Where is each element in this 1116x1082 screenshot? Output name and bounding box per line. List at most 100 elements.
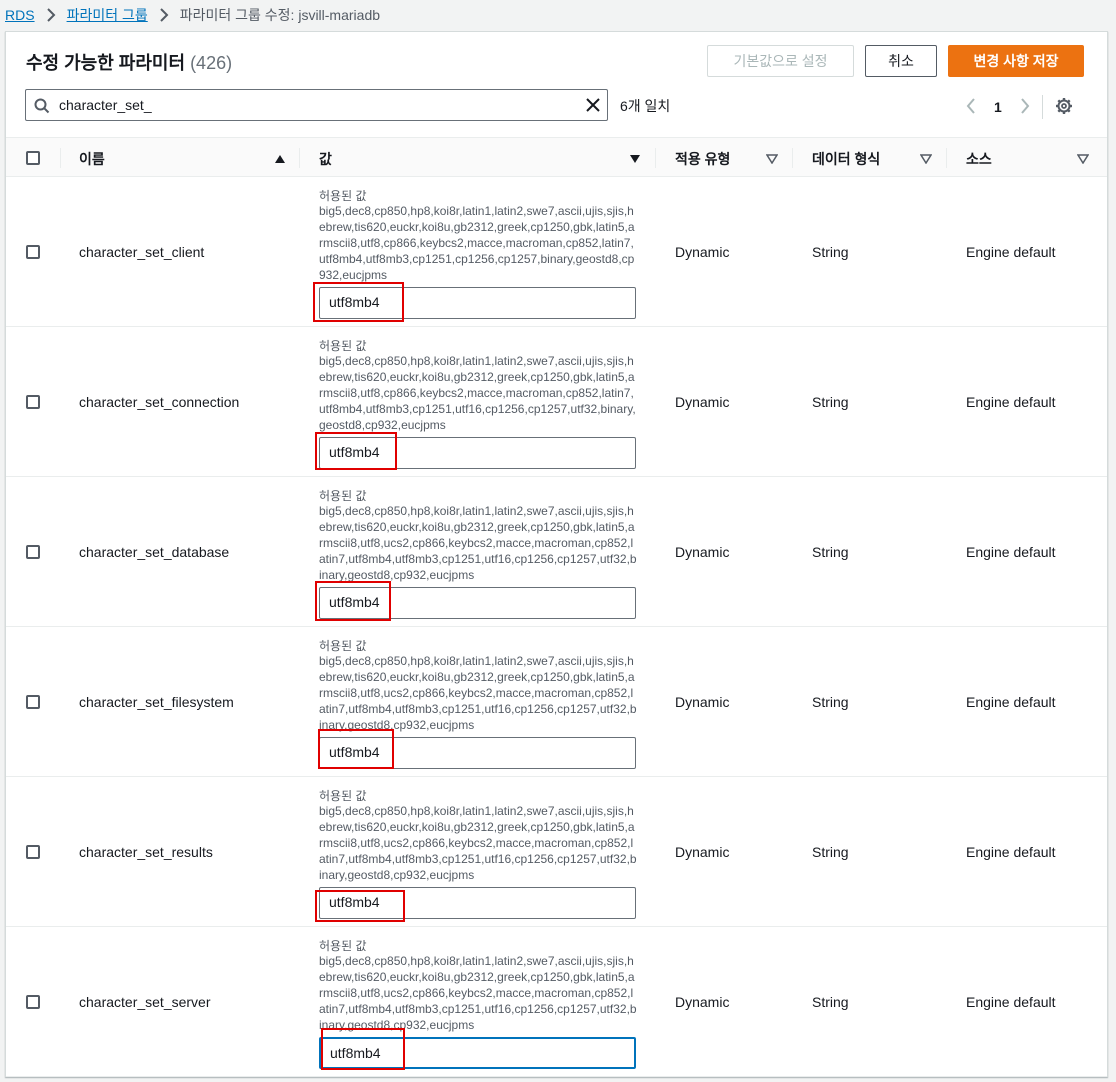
data-type: String: [812, 844, 849, 860]
panel-title-text: 수정 가능한 파라미터: [26, 53, 186, 73]
cancel-button[interactable]: 취소: [865, 45, 937, 77]
parameter-value-input[interactable]: utf8mb4: [319, 737, 636, 769]
parameter-name: character_set_database: [79, 544, 230, 560]
row-checkbox[interactable]: [26, 245, 40, 259]
data-type: String: [812, 244, 849, 260]
clear-search-icon[interactable]: [585, 97, 601, 116]
column-header-value[interactable]: 값: [319, 149, 332, 169]
parameter-value-text: utf8mb4: [329, 294, 380, 310]
save-changes-button[interactable]: 변경 사항 저장: [948, 45, 1084, 77]
allowed-values: big5,dec8,cp850,hp8,koi8r,latin1,latin2,…: [319, 954, 637, 1032]
parameters-panel: 수정 가능한 파라미터 (426) 기본값으로 설정 취소 변경 사항 저장 c…: [5, 31, 1108, 1077]
chevron-right-icon: [46, 8, 56, 22]
column-divider: [60, 148, 61, 168]
search-value: character_set_: [59, 97, 152, 113]
apply-type: Dynamic: [675, 844, 730, 860]
data-type: String: [812, 694, 849, 710]
parameter-value-text: utf8mb4: [330, 1045, 381, 1061]
table-row: character_set_results 허용된 값 big5,dec8,cp…: [6, 777, 1107, 927]
parameter-value-input[interactable]: utf8mb4: [319, 437, 636, 469]
allowed-values: big5,dec8,cp850,hp8,koi8r,latin1,latin2,…: [319, 504, 637, 582]
row-checkbox[interactable]: [26, 545, 40, 559]
parameter-count: (426): [190, 53, 233, 73]
search-icon: [34, 98, 50, 117]
data-type: String: [812, 994, 849, 1010]
chevron-right-icon: [159, 8, 169, 22]
allowed-values-label: 허용된 값: [319, 189, 367, 203]
sort-descending-icon[interactable]: [1076, 151, 1090, 167]
breadcrumb-rds-link[interactable]: RDS: [5, 7, 35, 23]
column-header-source[interactable]: 소스: [966, 149, 992, 169]
row-checkbox[interactable]: [26, 695, 40, 709]
sort-descending-icon[interactable]: [919, 151, 933, 167]
allowed-values: big5,dec8,cp850,hp8,koi8r,latin1,latin2,…: [319, 804, 637, 882]
parameter-source: Engine default: [966, 544, 1056, 560]
column-header-data-type[interactable]: 데이터 형식: [812, 149, 880, 169]
parameter-value-text: utf8mb4: [329, 744, 380, 760]
sort-descending-icon[interactable]: [765, 151, 779, 167]
select-all-checkbox[interactable]: [26, 151, 40, 165]
row-checkbox[interactable]: [26, 845, 40, 859]
column-header-apply-type[interactable]: 적용 유형: [675, 149, 730, 169]
column-divider: [299, 148, 300, 168]
row-checkbox[interactable]: [26, 995, 40, 1009]
row-checkbox[interactable]: [26, 395, 40, 409]
allowed-values: big5,dec8,cp850,hp8,koi8r,latin1,latin2,…: [319, 204, 635, 282]
allowed-values-label: 허용된 값: [319, 339, 367, 353]
table-row: character_set_client 허용된 값 big5,dec8,cp8…: [6, 177, 1107, 327]
parameter-value-input[interactable]: utf8mb4: [319, 587, 636, 619]
breadcrumb-parameter-groups-link[interactable]: 파라미터 그룹: [67, 5, 148, 25]
pagination: 1: [966, 95, 1073, 119]
current-page-number[interactable]: 1: [994, 99, 1002, 115]
sort-descending-icon[interactable]: [629, 151, 641, 167]
column-divider: [946, 148, 947, 168]
breadcrumb: RDS 파라미터 그룹 파라미터 그룹 수정: jsvill-mariadb: [5, 0, 380, 30]
data-type: String: [812, 394, 849, 410]
apply-type: Dynamic: [675, 394, 730, 410]
parameter-value-input[interactable]: utf8mb4: [319, 887, 636, 919]
apply-type: Dynamic: [675, 694, 730, 710]
allowed-values-label: 허용된 값: [319, 639, 367, 653]
breadcrumb-current: 파라미터 그룹 수정: jsvill-mariadb: [179, 7, 381, 23]
allowed-values: big5,dec8,cp850,hp8,koi8r,latin1,latin2,…: [319, 354, 636, 432]
parameter-source: Engine default: [966, 994, 1056, 1010]
parameter-name: character_set_filesystem: [79, 694, 234, 710]
table-row: character_set_filesystem 허용된 값 big5,dec8…: [6, 627, 1107, 777]
parameter-name: character_set_client: [79, 244, 205, 260]
parameter-value-text: utf8mb4: [329, 594, 380, 610]
reset-default-button[interactable]: 기본값으로 설정: [707, 45, 854, 77]
column-divider: [792, 148, 793, 168]
parameter-source: Engine default: [966, 694, 1056, 710]
search-input[interactable]: character_set_: [25, 89, 608, 121]
parameter-source: Engine default: [966, 394, 1056, 410]
column-header-name[interactable]: 이름: [79, 149, 105, 169]
table-row: character_set_server 허용된 값 big5,dec8,cp8…: [6, 927, 1107, 1077]
sort-ascending-icon[interactable]: [274, 151, 286, 167]
allowed-values: big5,dec8,cp850,hp8,koi8r,latin1,latin2,…: [319, 654, 637, 732]
parameter-value-text: utf8mb4: [329, 444, 380, 460]
match-count: 6개 일치: [620, 98, 671, 114]
apply-type: Dynamic: [675, 994, 730, 1010]
apply-type: Dynamic: [675, 544, 730, 560]
prev-page-icon[interactable]: [966, 97, 976, 117]
parameter-value-text: utf8mb4: [329, 894, 380, 910]
allowed-values-label: 허용된 값: [319, 489, 367, 503]
pager-divider: [1041, 95, 1043, 119]
allowed-values-label: 허용된 값: [319, 789, 367, 803]
allowed-values-label: 허용된 값: [319, 939, 367, 953]
parameter-value-input[interactable]: utf8mb4: [319, 1037, 636, 1069]
parameter-name: character_set_server: [79, 994, 211, 1010]
table-row: character_set_database 허용된 값 big5,dec8,c…: [6, 477, 1107, 627]
parameter-value-input[interactable]: utf8mb4: [319, 287, 636, 319]
parameter-source: Engine default: [966, 244, 1056, 260]
panel-title: 수정 가능한 파라미터 (426): [26, 49, 232, 75]
parameter-name: character_set_results: [79, 844, 213, 860]
settings-gear-icon[interactable]: [1055, 97, 1073, 118]
apply-type: Dynamic: [675, 244, 730, 260]
parameter-name: character_set_connection: [79, 394, 240, 410]
column-divider: [655, 148, 656, 168]
next-page-icon[interactable]: [1020, 97, 1030, 117]
parameter-source: Engine default: [966, 844, 1056, 860]
data-type: String: [812, 544, 849, 560]
table-header: 이름 값 적용 유형 데이터 형식 소스: [6, 137, 1107, 177]
